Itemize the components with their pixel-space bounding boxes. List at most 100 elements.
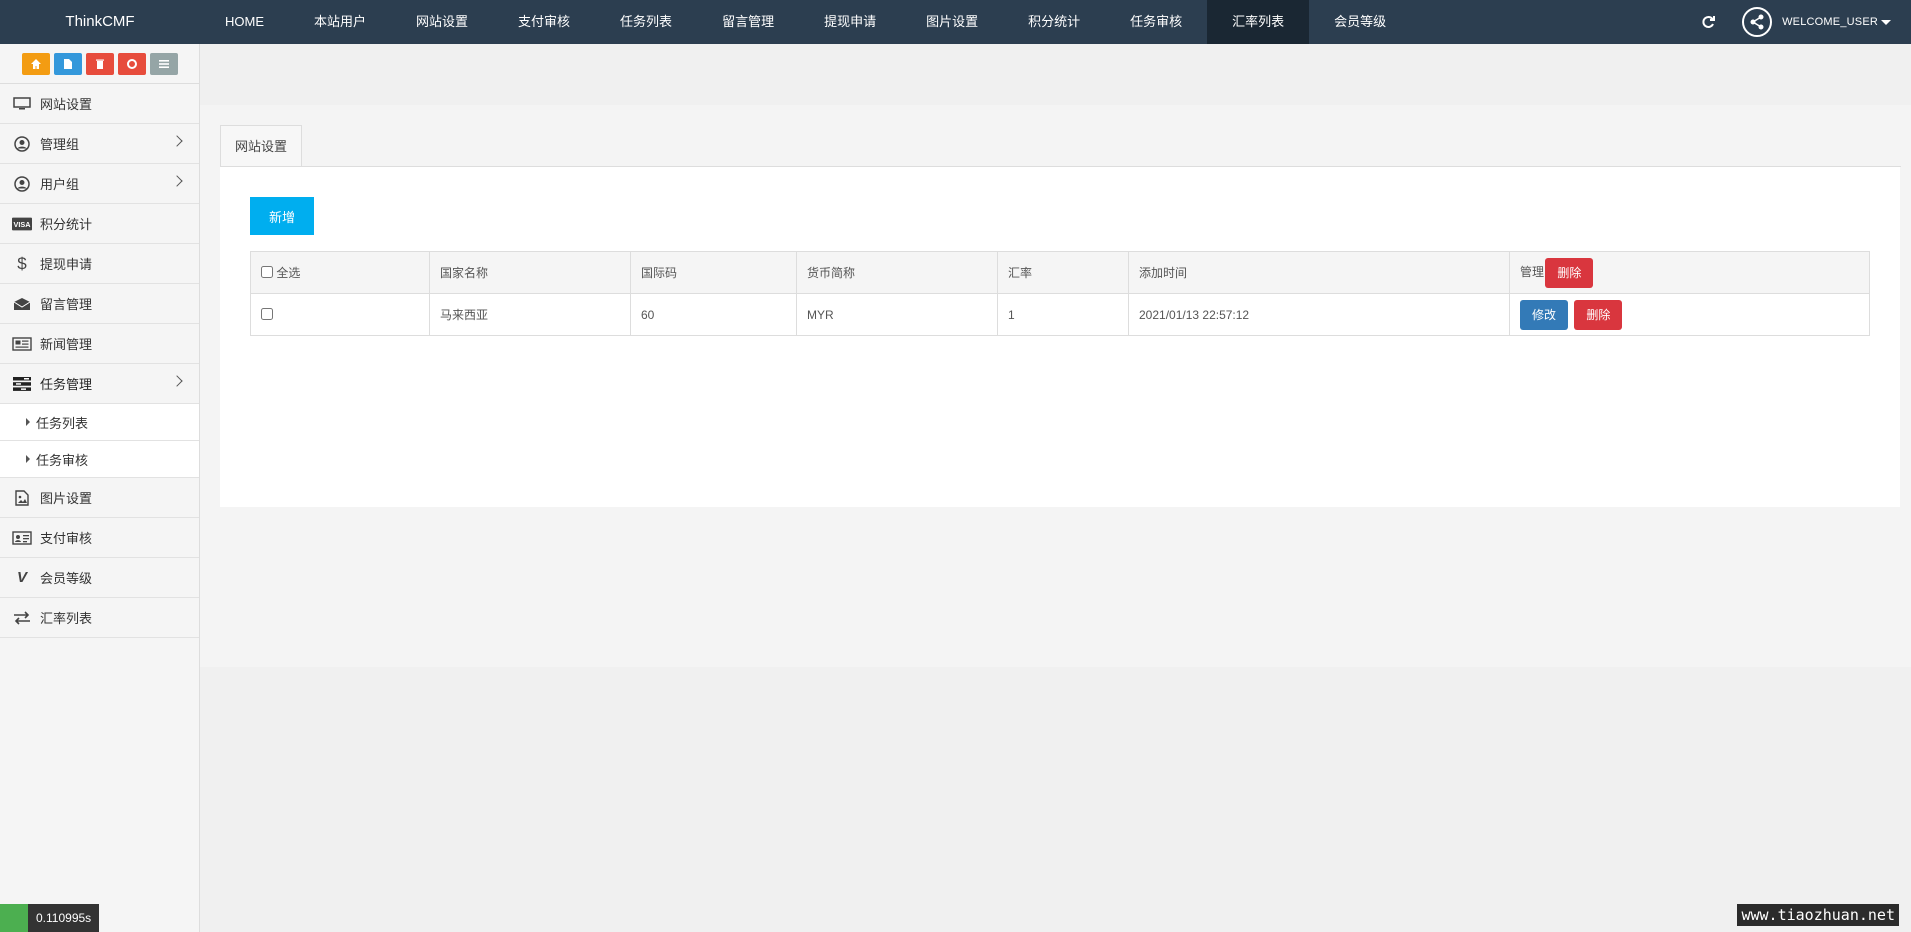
row-checkbox[interactable]: [261, 307, 273, 320]
nav-points-stats[interactable]: 积分统计: [1003, 0, 1105, 44]
row-select-cell: [250, 293, 430, 336]
sidebar-item-label: 提现申请: [40, 257, 93, 272]
nav-withdrawals[interactable]: 提现申请: [799, 0, 901, 44]
trash-shortcut-button[interactable]: [85, 52, 114, 75]
nav-exchange-rates[interactable]: 汇率列表: [1207, 0, 1310, 44]
caret-right-icon: [26, 455, 30, 463]
shortcut-buttons: [0, 44, 199, 84]
bulk-delete-button[interactable]: 删除: [1545, 257, 1594, 288]
vine-icon: V: [16, 569, 27, 586]
nav-task-list[interactable]: 任务列表: [595, 0, 697, 44]
share-avatar-icon[interactable]: [1742, 7, 1773, 37]
sidebar-subitem-label: 任务审核: [36, 452, 89, 468]
cell-currency: MYR: [796, 293, 998, 336]
sidebar-item-user-group[interactable]: 用户组: [0, 164, 199, 204]
sidebar-item-label: 图片设置: [40, 491, 93, 506]
nav-member-levels[interactable]: 会员等级: [1309, 0, 1411, 44]
column-header-rate: 汇率: [997, 251, 1129, 294]
column-header-country: 国家名称: [429, 251, 631, 294]
exchange-rate-table: 全选 国家名称 国际码 货币简称 汇率 添加时间 管理 删除 马来西亚 60 M…: [250, 251, 1870, 336]
debug-timer[interactable]: 0.110995s: [0, 904, 100, 932]
brand-logo[interactable]: ThinkCMF: [0, 0, 200, 44]
watermark: www.tiaozhuan.net: [1737, 904, 1899, 926]
edit-button[interactable]: 修改: [1520, 299, 1569, 330]
sidebar-item-admin-group[interactable]: 管理组: [0, 124, 199, 164]
column-header-added-time: 添加时间: [1128, 251, 1510, 294]
sidebar-item-payment-review[interactable]: 支付审核: [0, 518, 199, 558]
image-icon: [12, 489, 32, 507]
main-area: 网站设置 新增 全选 国家名称 国际码 货币简称 汇率 添加时间 管理 删除 马…: [200, 44, 1911, 932]
sidebar-item-label: 网站设置: [40, 97, 93, 112]
sidebar-subitem-task-review[interactable]: 任务审核: [0, 441, 199, 478]
nav-payment-review[interactable]: 支付审核: [493, 0, 595, 44]
refresh-icon[interactable]: [1698, 12, 1718, 32]
column-header-currency: 货币简称: [796, 251, 998, 294]
sidebar-item-label: 任务管理: [40, 377, 93, 392]
newspaper-icon: [12, 335, 32, 353]
sidebar-item-label: 留言管理: [40, 297, 93, 312]
recycle-icon: [126, 58, 137, 69]
svg-text:VISA: VISA: [14, 220, 32, 229]
envelope-icon: [12, 295, 32, 313]
select-all-cell: 全选: [250, 251, 430, 294]
dollar-icon: $: [17, 253, 27, 273]
nav-messages[interactable]: 留言管理: [697, 0, 799, 44]
sidebar-item-exchange-rates[interactable]: 汇率列表: [0, 598, 199, 638]
debug-time-text: 0.110995s: [36, 911, 92, 925]
sidebar-item-news[interactable]: 新闻管理: [0, 324, 199, 364]
sidebar-subitem-label: 任务列表: [36, 415, 89, 431]
debug-logo-icon: [0, 904, 28, 932]
main-nav: HOME 本站用户 网站设置 支付审核 任务列表 留言管理 提现申请 图片设置 …: [200, 0, 1411, 44]
monitor-icon: [12, 95, 32, 113]
welcome-text: WELCOME_USER: [1782, 16, 1878, 28]
sidebar-item-label: 汇率列表: [40, 611, 93, 626]
welcome-user-menu[interactable]: WELCOME_USER: [1782, 16, 1891, 28]
delete-button[interactable]: 删除: [1574, 299, 1623, 330]
add-button[interactable]: 新增: [250, 197, 314, 235]
visa-icon: VISA: [12, 215, 32, 233]
sidebar-item-label: 积分统计: [40, 217, 93, 232]
sidebar-item-points-stats[interactable]: VISA 积分统计: [0, 204, 199, 244]
id-card-icon: [12, 529, 32, 547]
sidebar-item-task-management[interactable]: 任务管理: [0, 364, 199, 404]
nav-task-review[interactable]: 任务审核: [1105, 0, 1207, 44]
nav-site-settings[interactable]: 网站设置: [391, 0, 493, 44]
nav-image-settings[interactable]: 图片设置: [901, 0, 1003, 44]
sidebar-item-label: 新闻管理: [40, 337, 93, 352]
tab-site-settings[interactable]: 网站设置: [220, 125, 303, 167]
sidebar-item-label: 管理组: [40, 137, 80, 152]
user-circle-icon: [12, 175, 32, 193]
cell-code: 60: [630, 293, 797, 336]
chevron-right-icon: [171, 375, 183, 387]
sidebar-item-label: 会员等级: [40, 571, 93, 586]
chevron-right-icon: [171, 135, 183, 147]
tasks-icon: [12, 375, 32, 393]
sidebar-item-site-settings[interactable]: 网站设置: [0, 84, 199, 124]
table-header-row: 全选 国家名称 国际码 货币简称 汇率 添加时间 管理 删除: [250, 251, 1870, 294]
sidebar-item-member-levels[interactable]: V 会员等级: [0, 558, 199, 598]
caret-down-icon: [1881, 19, 1891, 25]
sidebar-item-withdrawals[interactable]: $ 提现申请: [0, 244, 199, 284]
manage-label: 管理: [1520, 264, 1545, 279]
sidebar-item-image-settings[interactable]: 图片设置: [0, 478, 199, 518]
list-shortcut-button[interactable]: [149, 52, 178, 75]
sidebar-subitem-task-list[interactable]: 任务列表: [0, 404, 199, 441]
cell-country: 马来西亚: [429, 293, 631, 336]
list-icon: [158, 59, 169, 68]
file-icon: [63, 58, 72, 69]
sidebar-item-label: 支付审核: [40, 531, 93, 546]
cell-added-time: 2021/01/13 22:57:12: [1128, 293, 1510, 336]
file-shortcut-button[interactable]: [53, 52, 82, 75]
nav-home[interactable]: HOME: [200, 0, 289, 44]
sidebar-item-messages[interactable]: 留言管理: [0, 284, 199, 324]
recycle-shortcut-button[interactable]: [117, 52, 146, 75]
select-all-checkbox[interactable]: [261, 266, 273, 278]
home-shortcut-button[interactable]: [21, 52, 50, 75]
sidebar-item-label: 用户组: [40, 177, 80, 192]
trash-icon: [95, 59, 104, 69]
caret-right-icon: [26, 418, 30, 426]
chevron-right-icon: [171, 175, 183, 187]
sidebar: 网站设置 管理组 用户组 VISA 积分统计 $ 提现申请 留言管理 新闻管理 …: [0, 44, 200, 932]
cell-rate: 1: [997, 293, 1129, 336]
nav-site-users[interactable]: 本站用户: [289, 0, 391, 44]
